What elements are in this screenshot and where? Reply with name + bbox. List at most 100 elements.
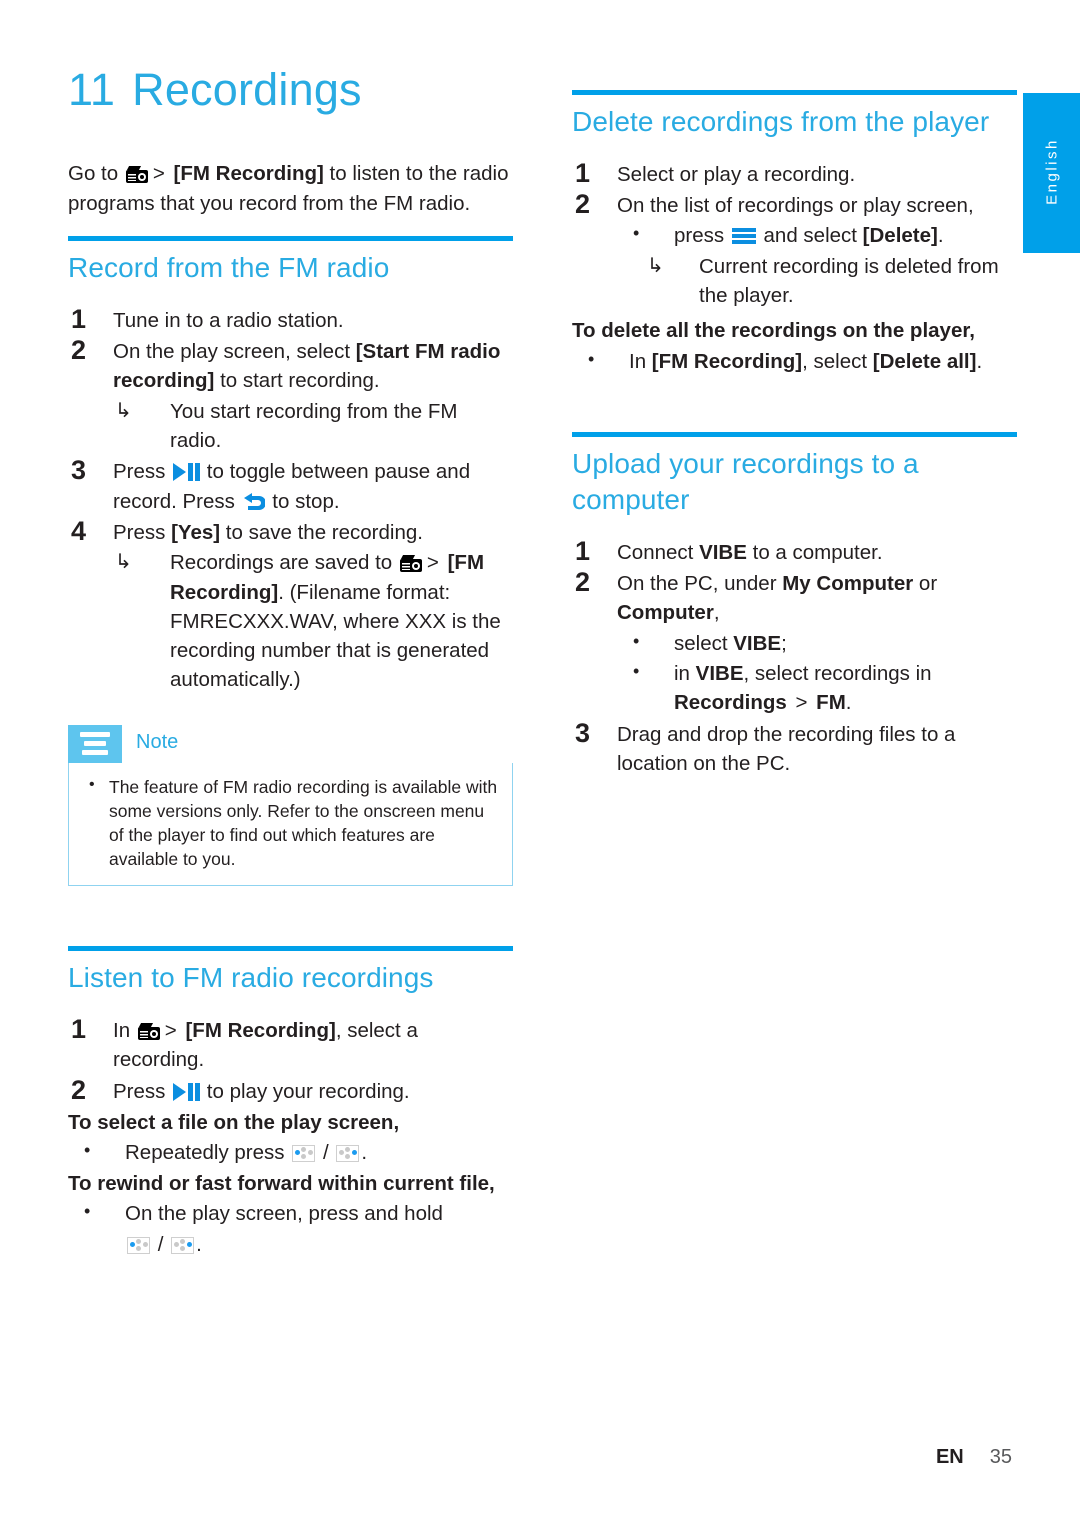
step-number: 2 (71, 335, 87, 366)
step-number: 2 (575, 189, 591, 220)
bullet-gt: > (795, 691, 808, 715)
step-text-tail: to play your recording. (201, 1079, 410, 1103)
step-item: 2 On the list of recordings or play scre… (572, 189, 1017, 311)
footer-page-number: 35 (989, 1446, 1012, 1468)
bullet-mid: and select (757, 224, 863, 248)
result-arrow-icon: ↳ (115, 399, 132, 422)
step-text-tail: to save the recording. (220, 520, 423, 544)
bullet-tail: ; (781, 631, 787, 655)
step-result: ↳ Current recording is deleted from the … (617, 252, 1017, 311)
section-heading-upload: Upload your recordings to a computer (572, 448, 919, 515)
step-text-lead: On the PC, under (617, 571, 783, 595)
step-text-bold: My Computer (782, 571, 914, 595)
left-column: 11 Recordings Go to > [FM Recording] to l… (68, 66, 513, 1260)
intro-bracket: [FM Recording] (173, 162, 324, 186)
step-text-tail: to a computer. (746, 540, 883, 564)
step-item: 1 In > [FM Recording], select a recordin… (68, 1014, 513, 1075)
bullet-bold: VIBE (733, 631, 782, 655)
step-number: 1 (71, 303, 87, 334)
step-item: 3 Press to toggle between pause and reco… (68, 455, 513, 516)
bullet-bold-2: [Delete all] (872, 349, 977, 373)
page-footer: EN 35 (0, 1446, 1012, 1469)
step-text-bold: VIBE (699, 540, 747, 564)
menu-icon (731, 227, 756, 245)
manual-page: English 11 Recordings Go to > [FM Recordi… (0, 0, 1080, 1527)
bullet-delete-all: • In [FM Recording], select [Delete all]… (572, 347, 1017, 376)
language-side-tab-label: English (1043, 138, 1060, 205)
intro-gt: > (152, 162, 165, 186)
bullet-mid: , select recordings in (743, 661, 932, 685)
footer-language-code: EN (935, 1446, 964, 1468)
step-number: 1 (575, 157, 591, 188)
bullet-pre: press (674, 224, 730, 248)
bullet-select-recordings: • in VIBE, select recordings in Recordin… (617, 659, 1017, 718)
step-number: 1 (575, 535, 591, 566)
step-item: 2 Press to play your recording. (68, 1075, 513, 1106)
bullet-tail: . (976, 349, 983, 373)
step-text: Tune in to a radio station. (113, 308, 344, 332)
step-text-mid: or (913, 571, 938, 595)
note-icon (68, 724, 122, 763)
bullet-text: Repeatedly press (125, 1141, 285, 1165)
bullet-tail: . (937, 224, 944, 248)
steps-upload: 1 Connect VIBE to a computer. 2 On the P… (572, 536, 1017, 779)
step-text-bold: [FM Recording] (185, 1019, 336, 1043)
step-text-lead: In (113, 1019, 136, 1043)
bullet-pre: select (674, 631, 734, 655)
step-item: 1 Connect VIBE to a computer. (572, 536, 1017, 567)
bullet-pre: In (629, 349, 652, 373)
step-number: 2 (71, 1074, 87, 1105)
subheading-rewind-forward: To rewind or fast forward within current… (68, 1171, 495, 1195)
result-arrow-icon: ↳ (115, 551, 132, 574)
page-title: 11 Recordings (68, 66, 513, 113)
bullet-bold: VIBE (695, 661, 744, 685)
note-item: The feature of FM radio recording is ava… (83, 774, 498, 872)
play-pause-icon (173, 1082, 201, 1101)
next-key-icon (336, 1145, 360, 1163)
back-icon (243, 492, 265, 511)
bullet-icon: • (84, 1140, 91, 1161)
subheading-select-file: To select a file on the play screen, (68, 1111, 400, 1135)
section-heading-record: Record from the FM radio (68, 251, 390, 283)
step-gt: > (164, 1019, 177, 1043)
chapter-number: 11 (68, 64, 116, 115)
step-number: 4 (71, 515, 87, 546)
bullet-press-menu: • press and select [Delete]. (617, 221, 1017, 250)
step-text-tail: to stop. (266, 489, 340, 513)
step-text-lead: On the play screen, select (113, 340, 356, 364)
bullet-rewind-forward: • On the play screen, press and hold / . (68, 1199, 513, 1260)
step-text-bold: [Yes] (171, 520, 221, 544)
step-text-tail: , (713, 601, 720, 625)
section-rule-listen (68, 946, 513, 952)
step-text: Drag and drop the recording files to a l… (617, 722, 956, 775)
step-item: 2 On the play screen, select [Start FM r… (68, 335, 513, 456)
bullet-icon: • (633, 630, 640, 651)
step-number: 1 (71, 1014, 87, 1045)
step-number: 3 (575, 717, 591, 748)
result-pre: Recordings are saved to (170, 551, 398, 575)
section-heading-listen: Listen to FM radio recordings (68, 962, 434, 994)
radio-icon (137, 1023, 160, 1041)
radio-icon (125, 166, 148, 184)
previous-key-icon (127, 1237, 150, 1255)
step-text-lead: Press (113, 520, 172, 544)
bullet-bold-3: FM (816, 691, 846, 715)
bullet-pre: in (674, 661, 696, 685)
bullet-icon: • (84, 1201, 91, 1222)
bullet-tail: . (845, 691, 852, 715)
step-text-lead: Press (113, 460, 172, 484)
note-box: Note The feature of FM radio recording i… (68, 724, 513, 887)
step-result: ↳ Recordings are saved to > [FM Recordin… (113, 548, 513, 695)
step-item: 1 Select or play a recording. (572, 158, 1017, 189)
step-result-text: Current recording is deleted from the pl… (699, 254, 999, 308)
step-text-lead: Press (113, 1079, 172, 1103)
steps-record: 1 Tune in to a radio station. 2 On the p… (68, 304, 513, 695)
step-result: ↳ You start recording from the FM radio. (113, 397, 513, 456)
section-heading-delete: Delete recordings from the player (572, 106, 990, 137)
bullet-text: On the play screen, press and hold (125, 1202, 443, 1226)
step-text: Select or play a recording. (617, 162, 856, 186)
result-gt: > (426, 551, 439, 575)
note-body: The feature of FM radio recording is ava… (68, 762, 513, 887)
step-number: 2 (575, 566, 591, 597)
bullet-icon: • (633, 223, 640, 244)
